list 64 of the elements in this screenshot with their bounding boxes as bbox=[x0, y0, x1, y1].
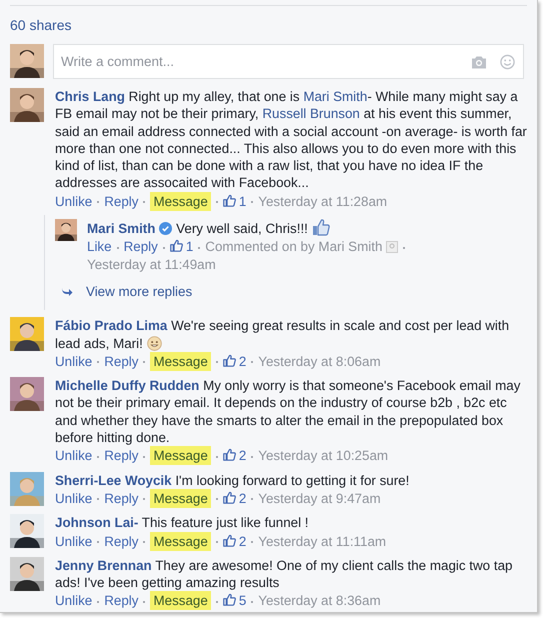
comment-text: Jenny Brennan They are awesome! One of my client calls the magic two tap ads! I've been getting amazing results bbox=[55, 556, 514, 592]
action-link[interactable]: Reply bbox=[104, 593, 138, 608]
timestamp: Yesterday at 10:25am bbox=[258, 448, 388, 464]
action-link[interactable]: Reply bbox=[124, 239, 158, 254]
like-count[interactable]: 2 bbox=[222, 490, 246, 506]
comment-text: Chris Lang Right up my alley, that one is Mari Smith- While many might say a FB email may not be their primary, Russell Brunson at his event this summer, said an email address connected with a social account -on average- is worth far more than one not connected... This also allows you to do even more with this kind of list, than can be done with a raw list, that you have no idea IF the addresses are assocaited with Facebook... bbox=[55, 88, 527, 192]
comment-text: Fábio Prado Lima We're seeing great results in scale and cost per lead with lead ads, Mari! bbox=[55, 317, 510, 352]
like-link[interactable]: Unlike bbox=[55, 354, 92, 369]
like-link[interactable]: Unlike bbox=[55, 534, 92, 549]
action-link[interactable]: Message bbox=[150, 532, 211, 551]
shares-link[interactable]: 60 shares bbox=[0, 6, 537, 33]
timestamp: Yesterday at 11:49am bbox=[87, 256, 216, 272]
action-link[interactable]: Reply bbox=[104, 194, 138, 209]
like-link[interactable]: Unlike bbox=[55, 593, 92, 608]
comment-text: Mari Smith Very well said, Chris!!! bbox=[87, 218, 527, 238]
author-name[interactable]: Michelle Duffy Rudden bbox=[55, 378, 200, 394]
author-name[interactable]: Fábio Prado Lima bbox=[55, 318, 168, 334]
author-name[interactable]: Sherri-Lee Woycik bbox=[55, 472, 172, 488]
timestamp: Yesterday at 11:28am bbox=[258, 194, 388, 209]
like-icon bbox=[222, 354, 236, 367]
action-link[interactable]: Reply bbox=[104, 490, 138, 506]
timestamp: Yesterday at 11:11am bbox=[258, 534, 386, 549]
broken-image-icon bbox=[386, 241, 398, 254]
view-more-replies-link[interactable]: View more replies bbox=[86, 282, 192, 300]
action-link[interactable]: Message bbox=[150, 488, 211, 508]
like-link[interactable]: Like bbox=[87, 239, 112, 254]
action-link[interactable]: Message bbox=[150, 446, 211, 466]
mention-link[interactable]: Mari Smith bbox=[303, 89, 368, 104]
reply-arrow-icon bbox=[61, 287, 73, 296]
comment-note: Commented on by Mari Smith bbox=[205, 239, 382, 254]
author-name[interactable]: Johnson Lai- bbox=[55, 515, 138, 530]
author-name[interactable]: Chris Lang bbox=[55, 89, 125, 104]
like-count[interactable]: 2 bbox=[222, 534, 246, 549]
like-icon bbox=[222, 534, 236, 547]
comment-text: Michelle Duffy Rudden My only worry is that someone's Facebook email may not be their primary email. It depends on the industry of course b2b , b2c etc and whether they have the smarts to alter the email in the prepopulated box before hitting done. bbox=[55, 377, 522, 446]
action-link[interactable]: Reply bbox=[104, 534, 138, 549]
like-count[interactable]: 1 bbox=[170, 239, 194, 254]
like-count[interactable]: 5 bbox=[222, 593, 246, 608]
timestamp: Yesterday at 9:47am bbox=[258, 490, 381, 506]
comment-field[interactable]: Write a comment... bbox=[53, 44, 524, 79]
like-icon bbox=[222, 194, 236, 207]
action-link[interactable]: Reply bbox=[104, 354, 138, 369]
like-count[interactable]: 2 bbox=[222, 448, 246, 464]
like-icon bbox=[170, 239, 183, 252]
mention-link[interactable]: Russell Brunson bbox=[262, 106, 360, 122]
timestamp: Yesterday at 8:06am bbox=[258, 354, 381, 369]
like-icon bbox=[222, 593, 236, 606]
action-link[interactable]: Reply bbox=[104, 448, 138, 464]
like-count[interactable]: 2 bbox=[222, 354, 246, 369]
like-link[interactable]: Unlike bbox=[55, 448, 92, 464]
timestamp: Yesterday at 8:36am bbox=[258, 593, 381, 608]
emoji-icon[interactable] bbox=[500, 54, 515, 69]
like-icon bbox=[222, 490, 236, 504]
action-link[interactable]: Message bbox=[150, 591, 211, 610]
like-icon bbox=[222, 448, 236, 462]
comment-text: Johnson Lai- This feature just like funnel ! bbox=[55, 514, 310, 532]
like-link[interactable]: Unlike bbox=[55, 194, 92, 209]
like-link[interactable]: Unlike bbox=[55, 490, 92, 506]
author-name[interactable]: Mari Smith bbox=[87, 221, 156, 236]
like-count[interactable]: 1 bbox=[222, 194, 246, 209]
comment-text: Sherri-Lee Woycik I'm looking forward to getting it for sure! bbox=[55, 472, 410, 489]
action-link[interactable]: Message bbox=[150, 192, 211, 211]
author-name[interactable]: Jenny Brennan bbox=[55, 558, 152, 573]
action-link[interactable]: Message bbox=[150, 352, 211, 371]
